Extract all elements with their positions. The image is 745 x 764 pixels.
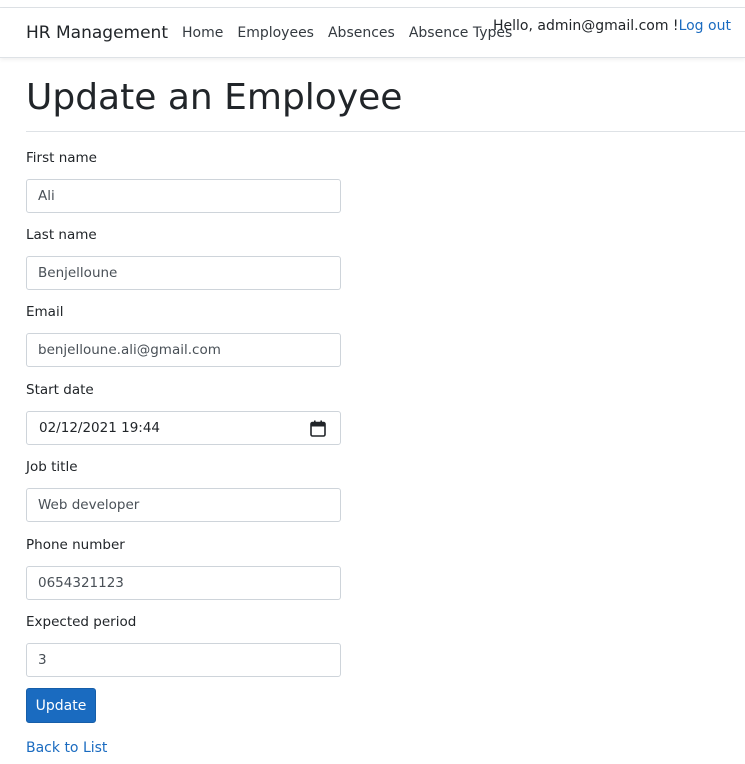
user-area: Hello, admin@gmail.com ! Log out: [493, 18, 731, 34]
nav-link-absences[interactable]: Absences: [328, 25, 395, 41]
title-divider: [26, 131, 745, 132]
expected-period-input[interactable]: [26, 643, 341, 677]
expected-period-label: Expected period: [26, 614, 137, 630]
last-name-input[interactable]: [26, 256, 341, 290]
update-button[interactable]: Update: [26, 688, 96, 723]
phone-number-input[interactable]: [26, 566, 341, 600]
email-group: Email: [26, 304, 341, 367]
logout-link[interactable]: Log out: [679, 18, 731, 34]
start-date-group: Start date 02/12/2021 19:44: [26, 382, 341, 445]
start-date-value: 02/12/2021 19:44: [39, 420, 161, 436]
browser-top-strip: [0, 0, 745, 8]
navbar: HR Management Home Employees Absences Ab…: [0, 8, 745, 58]
back-to-list-link[interactable]: Back to List: [26, 740, 107, 756]
page-title: Update an Employee: [26, 77, 403, 118]
nav-links: Home Employees Absences Absence Types: [182, 25, 526, 41]
email-input[interactable]: [26, 333, 341, 367]
user-greeting: Hello, admin@gmail.com !: [493, 18, 679, 34]
job-title-group: Job title: [26, 459, 341, 522]
nav-link-home[interactable]: Home: [182, 25, 223, 41]
job-title-label: Job title: [26, 459, 78, 475]
last-name-label: Last name: [26, 227, 97, 243]
job-title-input[interactable]: [26, 488, 341, 522]
email-label: Email: [26, 304, 64, 320]
phone-number-group: Phone number: [26, 537, 341, 600]
first-name-group: First name: [26, 150, 341, 213]
phone-number-label: Phone number: [26, 537, 125, 553]
first-name-label: First name: [26, 150, 97, 166]
start-date-label: Start date: [26, 382, 94, 398]
expected-period-group: Expected period: [26, 614, 341, 677]
brand-link[interactable]: HR Management: [26, 23, 168, 43]
calendar-icon[interactable]: [310, 420, 326, 437]
last-name-group: Last name: [26, 227, 341, 290]
first-name-input[interactable]: [26, 179, 341, 213]
nav-link-employees[interactable]: Employees: [237, 25, 314, 41]
start-date-input[interactable]: 02/12/2021 19:44: [26, 411, 341, 445]
